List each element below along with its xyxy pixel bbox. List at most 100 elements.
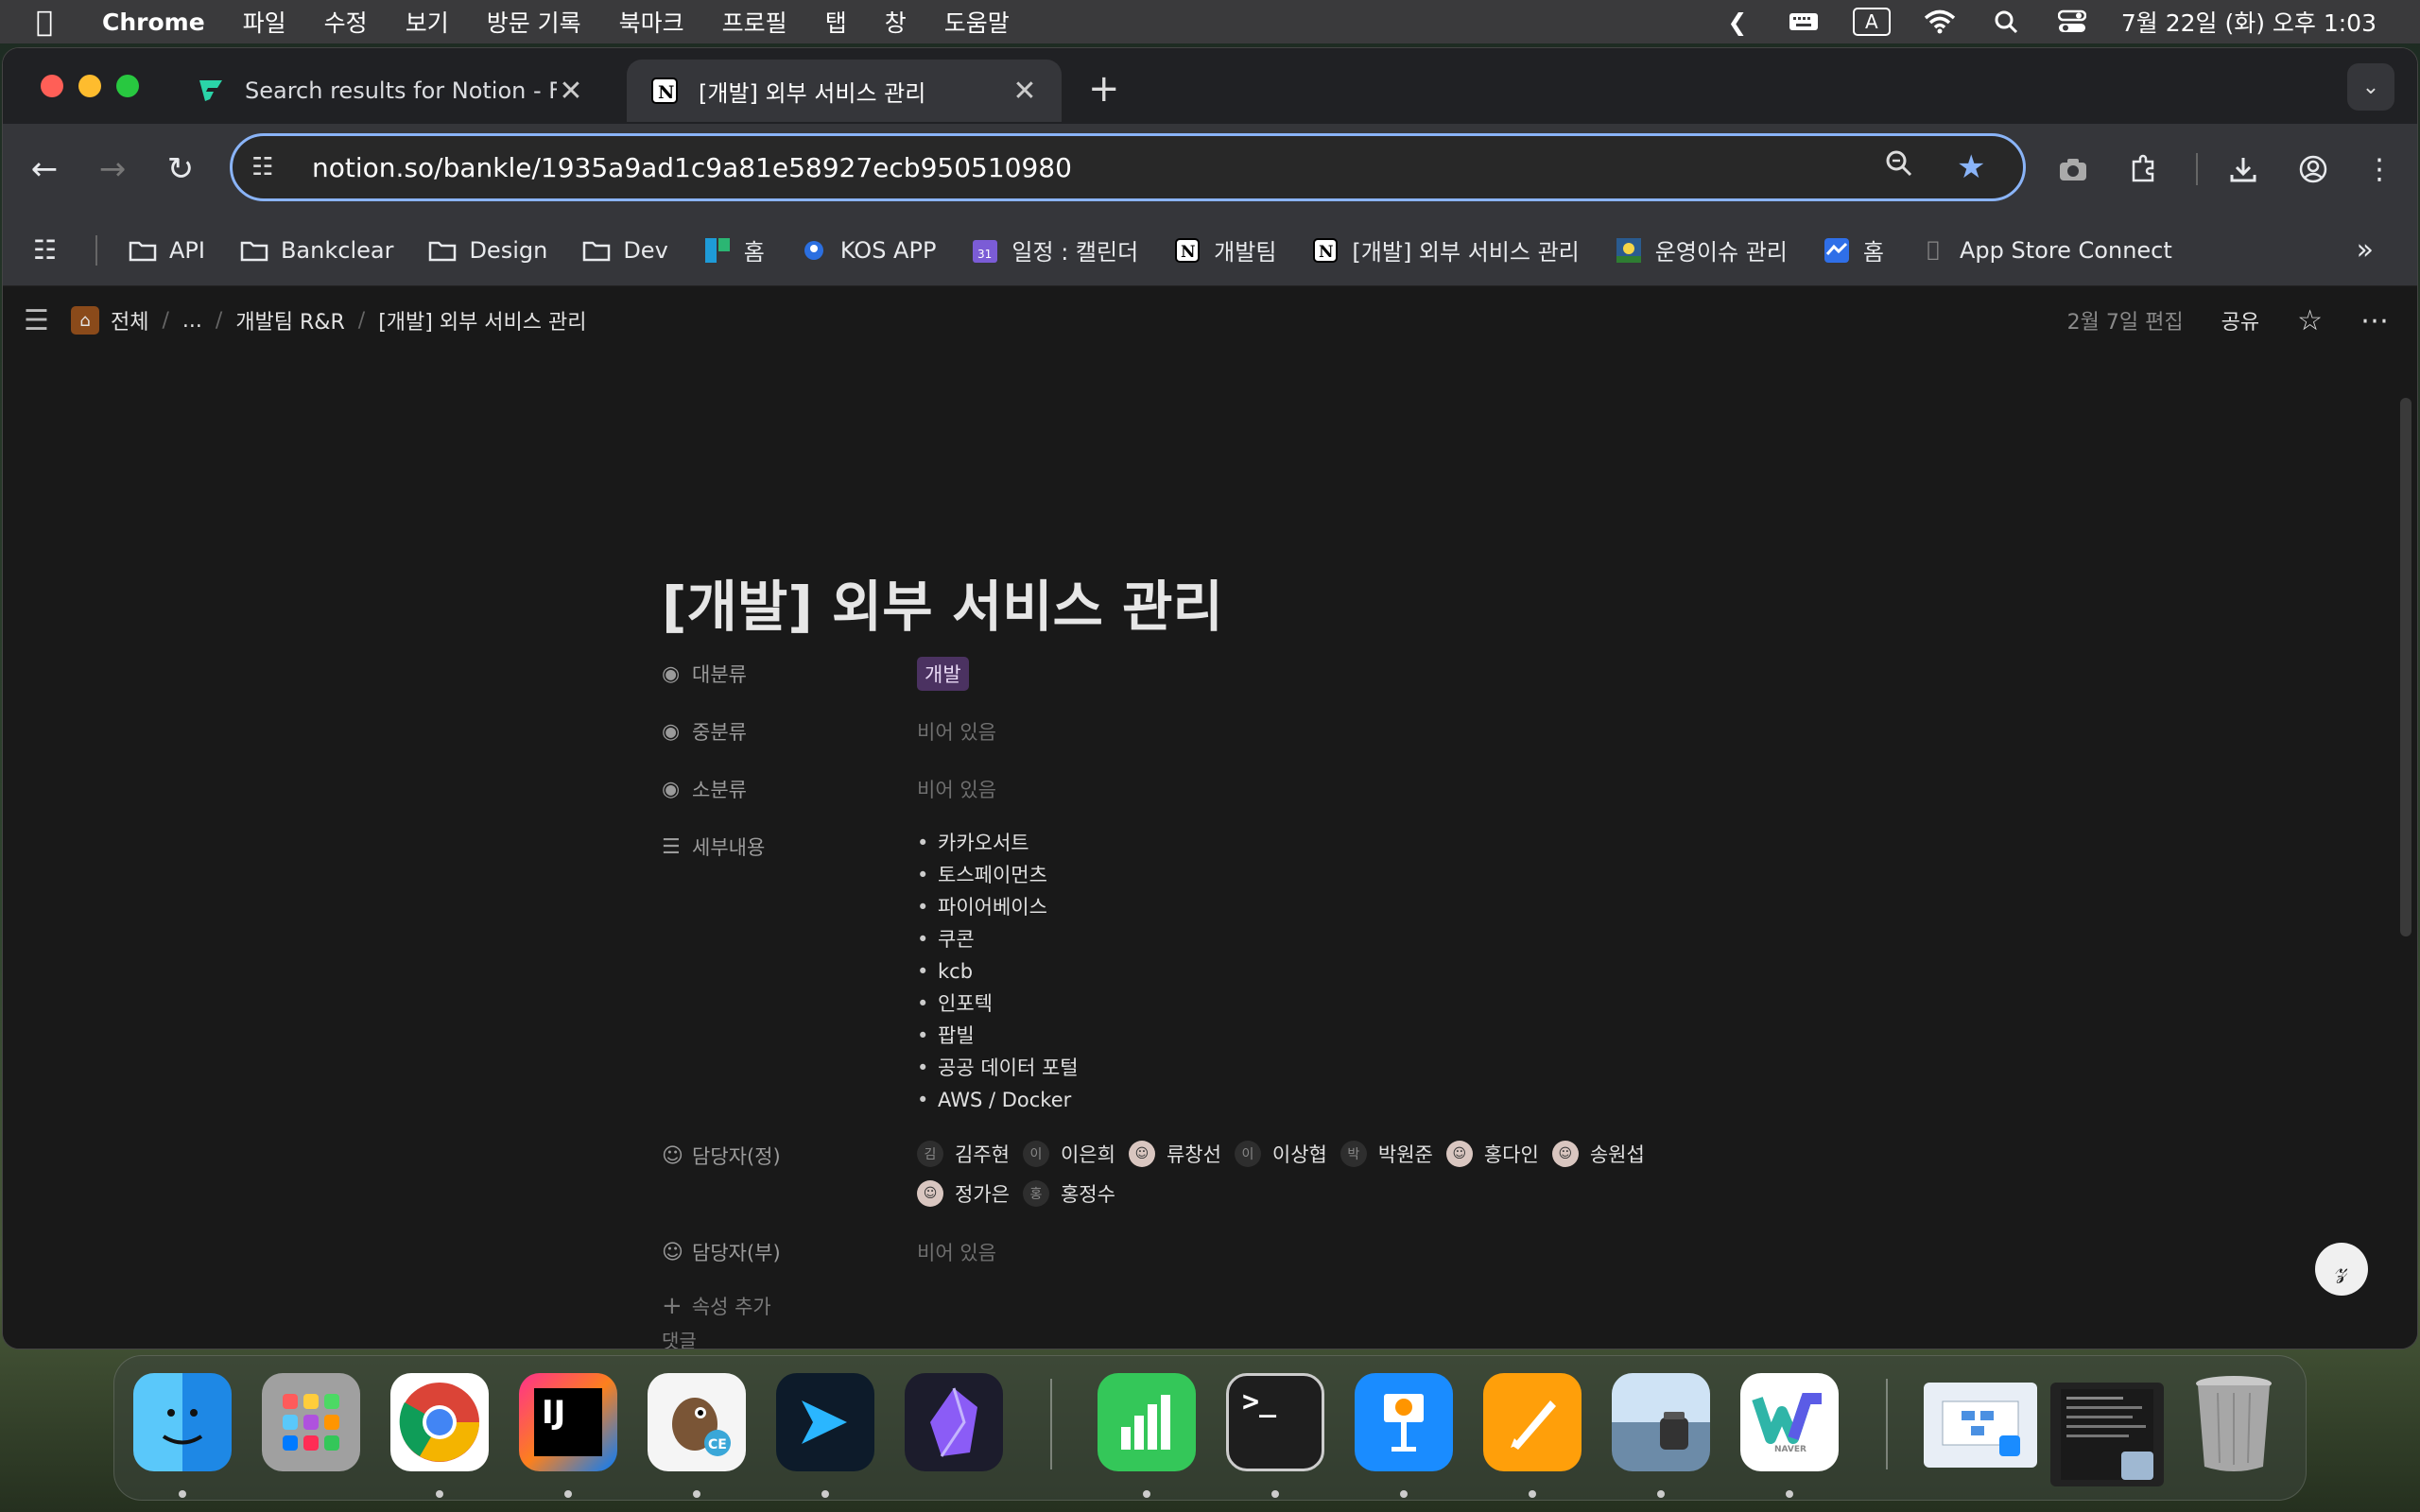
menubar-datetime[interactable]: 7월 22일 (화) 오후 1:03 [2121,5,2377,39]
property-details[interactable]: ☰ 세부내용 [662,830,917,868]
bookmark-home-chart[interactable]: 홈 [1822,233,1884,266]
menubar-history[interactable]: 방문 기록 [487,5,581,39]
intellij-idea-icon[interactable]: IJ [519,1373,617,1471]
spotlight-search-icon[interactable] [1989,9,2023,35]
person-chip[interactable]: 박 박원준 [1340,1139,1433,1169]
add-property-button[interactable]: + 속성 추가 [662,1292,771,1320]
close-tab-icon[interactable]: ✕ [557,75,585,108]
tab-notion-active[interactable]: N [개발] 외부 서비스 관리 ✕ [627,60,1062,122]
forward-arrow-icon[interactable]: → [90,146,135,192]
bookmark-ops-issues[interactable]: 운영이슈 관리 [1614,233,1788,266]
menubar-window[interactable]: 창 [885,5,907,39]
zoom-magnifier-icon[interactable] [1885,149,1923,185]
finder-icon[interactable] [133,1373,232,1471]
person-chip[interactable]: 김 김주현 [917,1139,1010,1169]
menubar-help[interactable]: 도움말 [944,5,1010,39]
trash-icon[interactable] [2185,1373,2283,1471]
reload-icon[interactable]: ↻ [158,146,203,192]
person-chip[interactable]: 이 이상협 [1234,1139,1327,1169]
bookmark-star-icon[interactable]: ★ [1957,148,1995,186]
bookmark-calendar[interactable]: 31 일정 : 캘린더 [970,233,1138,266]
menubar-app-name[interactable]: Chrome [102,9,205,36]
bookmark-bankclear[interactable]: Bankclear [239,236,393,265]
bookmark-dev[interactable]: Dev [581,236,668,265]
naver-whale-icon[interactable]: NAVER [1740,1373,1839,1471]
person-chip[interactable]: ☺ 홍다인 [1445,1139,1539,1169]
person-chip[interactable]: ☺ 류창선 [1128,1139,1221,1169]
apps-grid-icon[interactable]: ☷ [33,234,71,266]
property-major-category[interactable]: ◉ 대분류 개발 [662,657,969,695]
input-source-indicator[interactable]: A [1852,8,1891,36]
keyboard-icon[interactable] [1787,9,1821,35]
wifi-icon[interactable] [1923,9,1957,35]
new-tab-plus-icon[interactable]: + [1088,67,1120,111]
property-value[interactable]: 개발 [917,657,969,691]
control-center-icon[interactable] [2055,9,2089,35]
terminal-icon[interactable]: >_ [1226,1373,1324,1471]
close-tab-icon[interactable]: ✕ [1011,75,1039,108]
notion-ai-help-icon[interactable]: 𝓏 [2315,1243,2368,1296]
numbers-icon[interactable] [1098,1373,1196,1471]
person-chip[interactable]: 이 이은희 [1022,1139,1115,1169]
keynote-icon[interactable] [1355,1373,1453,1471]
details-bullet-list[interactable]: • 카카오서트 • 토스페이먼츠 • 파이어베이스 • 쿠콘 • kcb • 인포텍 • 팝빌… [917,827,1079,1116]
breadcrumb-dev-rr[interactable]: 개발팀 R&R [235,305,344,335]
property-owner-sub[interactable]: ☺ 담당자(부) 비어 있음 [662,1235,996,1273]
property-owner-main[interactable]: ☺ 담당자(정) [662,1139,917,1177]
page-scrollbar[interactable] [2400,398,2411,936]
share-button[interactable]: 공유 [2221,305,2259,335]
sidebar-menu-icon[interactable]: ☰ [24,304,52,337]
property-value-empty[interactable]: 비어 있음 [917,1235,996,1269]
menubar-view[interactable]: 보기 [406,5,449,39]
dbeaver-icon[interactable]: CE [648,1373,746,1471]
download-icon[interactable] [2221,146,2266,192]
camera-icon[interactable] [2050,146,2096,192]
xcode-cloud-arrow-icon[interactable] [776,1373,874,1471]
more-options-icon[interactable]: ⋯ [2360,304,2389,337]
zoom-window-button[interactable] [116,75,139,97]
recent-window-thumbnail-document[interactable] [2050,1383,2164,1486]
address-bar[interactable]: ☷ notion.so/bankle/1935a9ad1c9a81e58927e… [230,133,2026,201]
profile-avatar-icon[interactable] [2290,146,2336,192]
pages-icon[interactable] [1483,1373,1582,1471]
chevron-left-icon[interactable]: ❮ [1720,9,1754,36]
url-text[interactable]: notion.so/bankle/1935a9ad1c9a81e58927ecb… [312,152,1885,183]
breadcrumb-current-page[interactable]: [개발] 외부 서비스 관리 [378,305,586,335]
bookmark-kos-app[interactable]: KOS APP [799,236,936,265]
property-value-empty[interactable]: 비어 있음 [917,714,996,748]
person-chip[interactable]: ☺ 송원섭 [1551,1139,1645,1169]
bookmark-external-services[interactable]: N [개발] 외부 서비스 관리 [1310,233,1580,266]
owner-main-people-list[interactable]: 김 김주현 이 이은희 ☺ 류창선 이 이상협 박 박원준 ☺ 홍다인 ☺ 송원섭 ☺ 정가은 … [917,1139,1673,1209]
chrome-icon[interactable] [390,1373,489,1471]
bookmark-dev-team[interactable]: N 개발팀 [1172,233,1276,266]
preview-icon[interactable] [1612,1373,1710,1471]
extensions-puzzle-icon[interactable] [2120,146,2166,192]
menubar-profiles[interactable]: 프로필 [722,5,787,39]
property-minor-category[interactable]: ◉ 소분류 비어 있음 [662,772,996,810]
menubar-tab[interactable]: 탭 [825,5,847,39]
back-arrow-icon[interactable]: ← [22,146,67,192]
more-bookmarks-chevron-icon[interactable]: » [2357,233,2374,266]
launchpad-icon[interactable] [262,1373,360,1471]
bookmark-app-store-connect[interactable]:  App Store Connect [1918,236,2171,265]
property-middle-category[interactable]: ◉ 중분류 비어 있음 [662,714,996,752]
tab-flaticon-search[interactable]: Search results for Notion - Fla ✕ [173,60,608,122]
minimize-window-button[interactable] [78,75,101,97]
person-chip[interactable]: 홍 홍정수 [1022,1178,1115,1209]
chrome-menu-kebab-icon[interactable]: ⋮ [2357,146,2402,192]
property-value-empty[interactable]: 비어 있음 [917,772,996,806]
person-chip[interactable]: ☺ 정가은 [917,1178,1010,1209]
recent-window-thumbnail-keynote[interactable] [1924,1383,2037,1468]
breadcrumb-ellipsis[interactable]: ... [182,309,202,333]
page-title[interactable]: [개발] 외부 서비스 관리 [662,562,1223,642]
menubar-edit[interactable]: 수정 [324,5,368,39]
last-edited-text[interactable]: 2월 7일 편집 [2067,305,2184,335]
site-info-tune-icon[interactable]: ☷ [251,153,289,181]
bookmark-api[interactable]: API [128,236,205,265]
breadcrumb-all[interactable]: 전체 [111,305,148,335]
bookmark-design[interactable]: Design [427,236,547,265]
bookmark-home-board[interactable]: 홈 [702,233,765,266]
obsidian-icon[interactable] [905,1373,1003,1471]
close-window-button[interactable] [41,75,63,97]
apple-menu-icon[interactable]:  [36,6,76,39]
